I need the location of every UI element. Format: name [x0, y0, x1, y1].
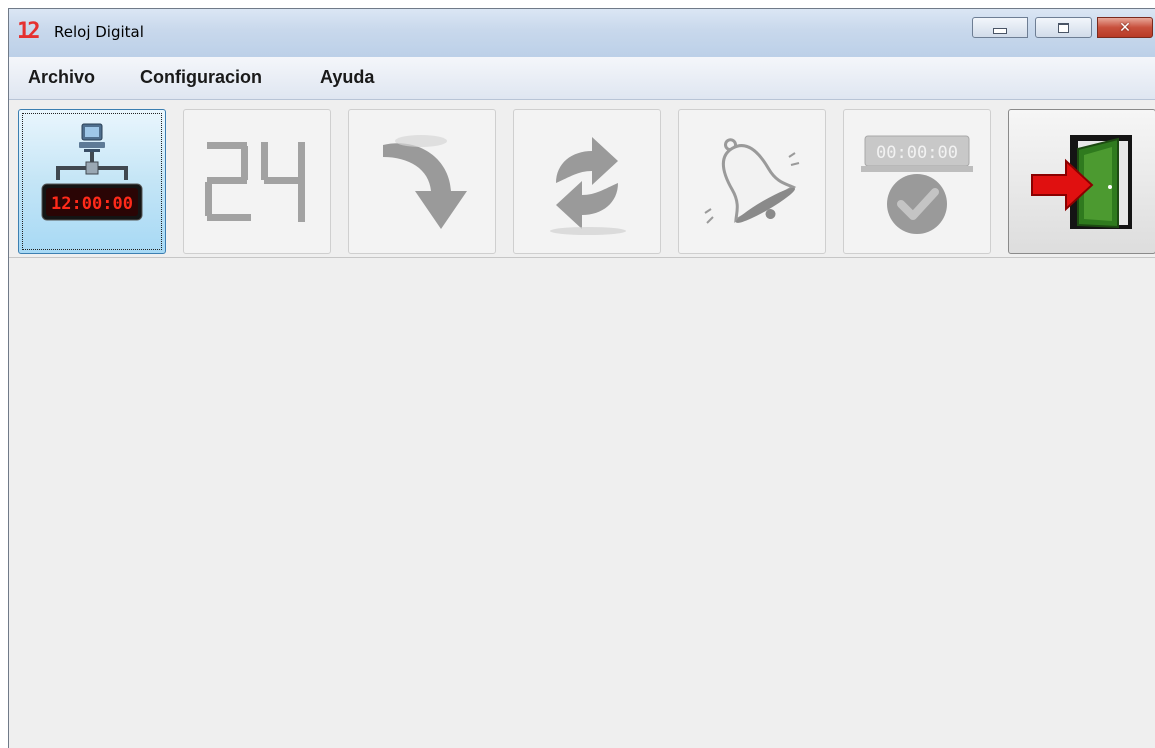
- curved-arrow-icon: [383, 134, 467, 229]
- app-clock-icon: 12: [17, 19, 40, 44]
- timer-check-button[interactable]: 00:00:00: [843, 109, 991, 254]
- timer-check-icon: 00:00:00: [861, 135, 973, 234]
- minimize-button[interactable]: [972, 17, 1028, 38]
- minimize-icon: [993, 27, 1007, 34]
- maximize-button[interactable]: [1035, 17, 1092, 38]
- maximize-icon: [1058, 22, 1069, 33]
- exit-button[interactable]: [1008, 109, 1155, 254]
- clock-display-text: 12:00:00: [51, 194, 133, 214]
- menu-configuracion[interactable]: Configuracion: [140, 67, 262, 88]
- refresh-arrows-icon: [550, 136, 626, 235]
- sync-button[interactable]: [513, 109, 661, 254]
- bell-icon: [704, 137, 800, 224]
- menu-archivo[interactable]: Archivo: [28, 67, 95, 88]
- menu-bar: Archivo Configuracion Ayuda: [9, 57, 1155, 100]
- alarm-button[interactable]: [678, 109, 826, 254]
- network-clock-button[interactable]: 12:00:00: [18, 109, 166, 254]
- exit-door-icon: [1031, 134, 1132, 229]
- main-content-area: [9, 258, 1155, 748]
- close-button[interactable]: ✕: [1097, 17, 1153, 38]
- menu-ayuda[interactable]: Ayuda: [320, 67, 374, 88]
- 24-hour-icon: [205, 141, 305, 222]
- title-bar[interactable]: 12 Reloj Digital ✕: [9, 9, 1155, 57]
- 24-hour-button[interactable]: [183, 109, 331, 254]
- app-window: 12 Reloj Digital ✕ Archivo Configuracion…: [8, 8, 1155, 748]
- window-title: Reloj Digital: [54, 23, 144, 41]
- forward-button[interactable]: [348, 109, 496, 254]
- timer-display-text: 00:00:00: [876, 143, 958, 163]
- network-clock-icon: 12:00:00: [41, 123, 143, 220]
- close-icon: ✕: [1119, 19, 1131, 36]
- toolbar: 12:00:00 00:00:00: [9, 100, 1155, 258]
